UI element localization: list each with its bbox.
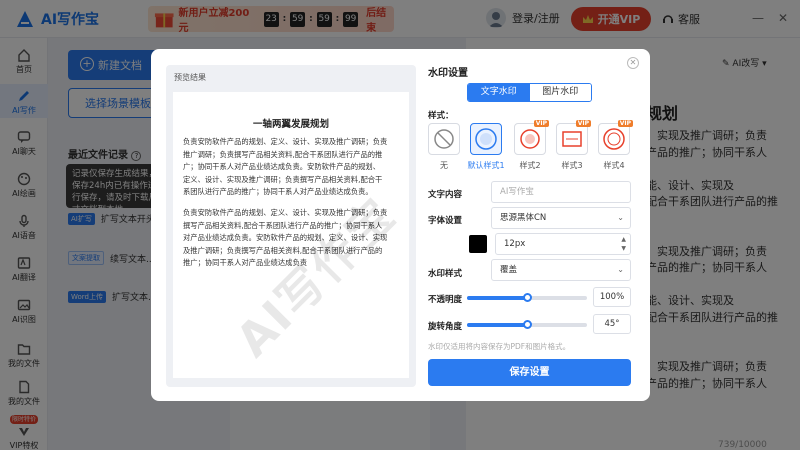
- color-swatch[interactable]: [469, 235, 487, 253]
- style-option-label: 样式2: [519, 161, 541, 170]
- stamp-icon: [603, 128, 625, 150]
- vip-badge: VIP: [575, 120, 591, 127]
- tab-image-watermark[interactable]: 图片水印: [529, 84, 591, 101]
- vip-badge: VIP: [533, 120, 549, 127]
- format-note: 水印仅适用将内容保存为PDF和图片格式。: [428, 342, 571, 351]
- opacity-slider-handle[interactable]: [522, 293, 532, 302]
- opacity-slider[interactable]: [467, 293, 587, 302]
- rotate-slider-handle[interactable]: [522, 320, 532, 329]
- style-option-label: 样式3: [561, 161, 583, 170]
- preview-panel: 预览结果 一轴两翼发展规划 负责安防软件产品的规划、定义、设计、实现及推广调研；…: [166, 65, 416, 387]
- style-option-1[interactable]: [470, 123, 502, 155]
- increase-icon[interactable]: ▲: [621, 235, 626, 244]
- style-options: 无 默认样式1 VIP 样式2 VIP 样式3 VIP 样式4: [428, 120, 634, 171]
- preview-document: 一轴两翼发展规划 负责安防软件产品的规划、定义、设计、实现及推广调研；负责 推广…: [173, 92, 409, 378]
- vip-badge: VIP: [617, 120, 633, 127]
- style-option-label: 默认样式1: [467, 161, 505, 170]
- rotate-slider[interactable]: [467, 320, 587, 329]
- style-option-2[interactable]: VIP: [514, 120, 549, 155]
- watermark-style-select[interactable]: 覆盖 ⌄: [491, 259, 631, 281]
- text-content-label: 文字内容: [428, 190, 463, 200]
- tab-text-watermark[interactable]: 文字水印: [468, 84, 530, 101]
- app-window: AI写作宝 新用户立减200元 23: 59: 59: 99 后结束 登录/注册…: [0, 0, 800, 450]
- font-select[interactable]: 思源黑体CN ⌄: [491, 207, 631, 229]
- rotate-value[interactable]: 45°: [593, 314, 631, 334]
- document-title: 一轴两翼发展规划: [252, 119, 329, 130]
- stamp-icon: [562, 131, 582, 147]
- settings-title: 水印设置: [428, 68, 468, 79]
- chevron-down-icon: ⌄: [617, 265, 624, 274]
- watermark-tabs: 文字水印 图片水印: [467, 83, 592, 102]
- close-icon[interactable]: ✕: [627, 57, 639, 69]
- style-option-4[interactable]: VIP: [598, 120, 633, 155]
- chevron-down-icon: ⌄: [617, 213, 624, 222]
- watermark-text-input[interactable]: AI写作宝: [491, 181, 631, 203]
- none-icon: [434, 129, 454, 149]
- style-option-label: 样式4: [603, 161, 625, 170]
- stamp-icon: [475, 128, 497, 150]
- style-option-none[interactable]: [428, 123, 460, 155]
- font-label: 字体设置: [428, 216, 463, 226]
- rotate-label: 旋转角度: [428, 322, 463, 332]
- style-option-label: 无: [440, 161, 448, 170]
- save-settings-button[interactable]: 保存设置: [428, 359, 631, 386]
- style-option-3[interactable]: VIP: [556, 120, 591, 155]
- preview-label: 预览结果: [174, 73, 206, 82]
- watermark-dialog: 预览结果 一轴两翼发展规划 负责安防软件产品的规划、定义、设计、实现及推广调研；…: [151, 49, 650, 401]
- opacity-value[interactable]: 100%: [593, 287, 631, 307]
- wm-style-label: 水印样式: [428, 269, 463, 279]
- opacity-label: 不透明度: [428, 295, 463, 305]
- style-label: 样式：: [428, 111, 454, 121]
- stamp-icon: [520, 129, 540, 149]
- font-size-stepper[interactable]: 12px ▲ ▼: [495, 233, 631, 255]
- decrease-icon[interactable]: ▼: [621, 244, 626, 253]
